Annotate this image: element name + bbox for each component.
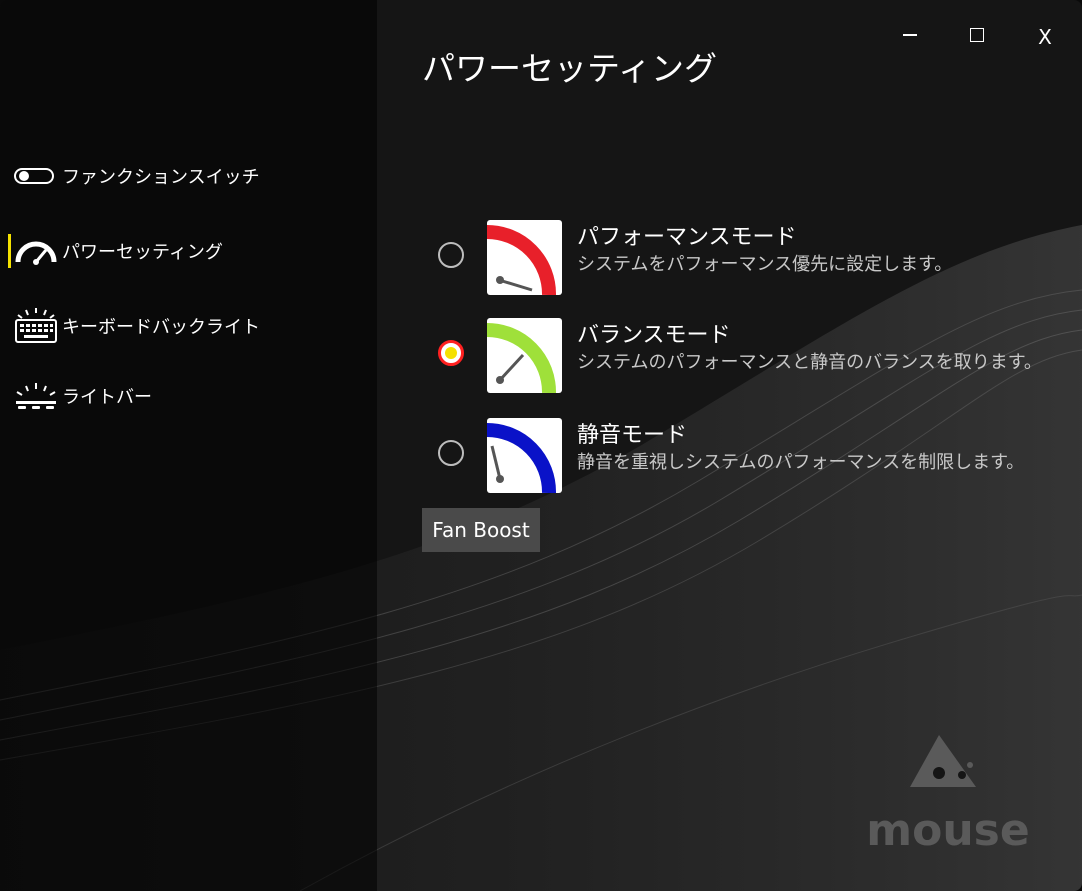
mode-description: システムのパフォーマンスと静音のバランスを取ります。	[577, 352, 1042, 373]
performance-mode-radio[interactable]	[438, 242, 464, 268]
mode-option-balance[interactable]: バランスモード システムのパフォーマンスと静音のバランスを取ります。	[436, 318, 1056, 394]
sidebar-item-label: ライトバー	[62, 387, 152, 408]
mode-option-silent[interactable]: 静音モード 静音を重視しシステムのパフォーマンスを制限します。	[436, 418, 1056, 494]
app-window: パワーセッティング X ファンクションスイッチ パワーセッティング キーボードバ…	[0, 0, 1082, 891]
maximize-icon	[970, 28, 984, 42]
sidebar-item-keyboard-backlight[interactable]: キーボードバックライト	[0, 306, 377, 346]
sidebar-item-function-switch[interactable]: ファンクションスイッチ	[0, 156, 377, 196]
maximize-button[interactable]	[957, 20, 997, 50]
active-indicator	[8, 234, 11, 268]
svg-text:mouse: mouse	[866, 805, 1029, 851]
minimize-button[interactable]	[890, 20, 930, 50]
mode-description: システムをパフォーマンス優先に設定します。	[577, 254, 953, 275]
sidebar-item-light-bar[interactable]: ライトバー	[0, 376, 377, 416]
mode-title: パフォーマンスモード	[577, 225, 797, 250]
sidebar-item-label: ファンクションスイッチ	[62, 167, 260, 188]
mode-title: バランスモード	[577, 323, 731, 348]
speedometer-icon	[14, 233, 58, 269]
sidebar	[0, 0, 377, 891]
close-button[interactable]: X	[1025, 22, 1065, 52]
fan-boost-button[interactable]: Fan Boost	[422, 508, 540, 552]
balance-mode-radio[interactable]	[438, 340, 464, 366]
gauge-red-icon	[487, 220, 562, 295]
keyboard-backlight-icon	[14, 308, 58, 344]
mouse-logo: mouse	[862, 733, 1034, 856]
mode-title: 静音モード	[577, 423, 688, 448]
silent-mode-radio[interactable]	[438, 440, 464, 466]
page-title: パワーセッティング	[422, 49, 718, 88]
radio-selected-dot	[445, 347, 457, 359]
gauge-blue-icon	[487, 418, 562, 493]
minimize-icon	[903, 34, 917, 36]
sidebar-item-label: キーボードバックライト	[62, 317, 260, 338]
mode-description: 静音を重視しシステムのパフォーマンスを制限します。	[577, 452, 1025, 473]
gauge-green-icon	[487, 318, 562, 393]
toggle-switch-icon	[14, 158, 58, 194]
light-bar-icon	[14, 378, 58, 414]
sidebar-item-label: パワーセッティング	[62, 242, 223, 263]
mode-option-performance[interactable]: パフォーマンスモード システムをパフォーマンス優先に設定します。	[436, 220, 1056, 296]
sidebar-item-power-setting[interactable]: パワーセッティング	[0, 231, 377, 271]
